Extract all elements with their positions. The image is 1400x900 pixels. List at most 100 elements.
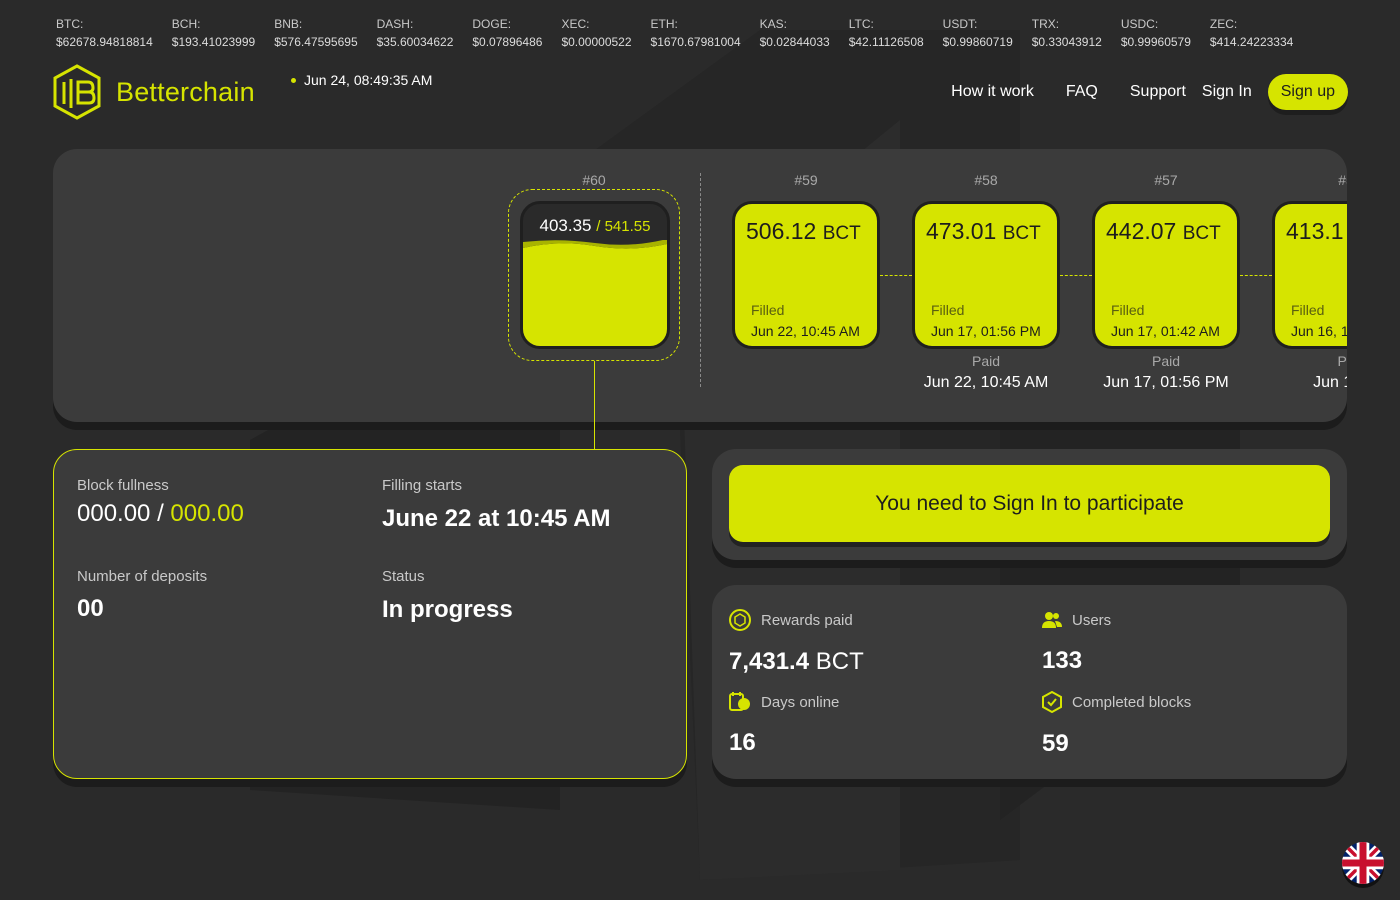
clock-text: Jun 24, 08:49:35 AM: [304, 72, 433, 88]
block-number: #5: [1338, 172, 1347, 188]
block-number: #58: [974, 172, 998, 188]
betterchain-logo-icon: [53, 64, 101, 120]
rewards-paid-label: Rewards paid: [729, 609, 853, 631]
completed-blocks-label-text: Completed blocks: [1072, 693, 1192, 711]
users-label: Users: [1042, 611, 1111, 629]
divider: [700, 173, 701, 387]
block-amount-unit: BCT: [1002, 223, 1041, 244]
ticker-item: DASH: $35.60034622: [376, 17, 454, 49]
block-amount-unit: BCT: [1182, 223, 1221, 244]
block-amount-value: 473.01: [926, 218, 997, 244]
filling-starts-value: June 22 at 10:45 AM: [382, 505, 611, 532]
ticker-item: USDT: $0.99860719: [942, 17, 1013, 49]
current-block-tank: 403.35 / 541.55: [520, 201, 670, 349]
ticker-item: ZEC: $414.24223334: [1209, 17, 1294, 49]
current-block[interactable]: 403.35 / 541.55: [508, 189, 680, 361]
block-connector: [1240, 275, 1272, 276]
cube-check-icon: [1042, 691, 1062, 713]
server-clock: Jun 24, 08:49:35 AM: [291, 72, 432, 88]
block-amount-value: 506.12: [746, 218, 817, 244]
users-icon: [1042, 612, 1062, 628]
block-amount: 442.07 BCT: [1106, 218, 1221, 245]
nav-sign-in[interactable]: Sign In: [1202, 83, 1252, 101]
block-status: Filled: [1291, 302, 1325, 318]
sign-up-button[interactable]: Sign up: [1267, 74, 1348, 110]
ticker-item: KAS: $0.02844033: [759, 17, 830, 49]
stats-panel: Rewards paid 7,431.4 BCT Users 133 Days …: [712, 585, 1347, 779]
current-block-number: #60: [582, 172, 606, 188]
completed-blocks-label: Completed blocks: [1042, 691, 1191, 713]
rewards-paid-value: 7,431.4 BCT: [729, 648, 864, 676]
block-details-panel: Block fullness 000.00 / 000.00 Filling s…: [53, 449, 687, 779]
block-number: #59: [794, 172, 818, 188]
block-paid-label: Paid: [971, 353, 1001, 369]
sign-in-to-participate-button[interactable]: You need to Sign In to participate: [729, 465, 1330, 542]
nav-faq[interactable]: FAQ: [1066, 83, 1098, 101]
block-paid-label: Paid: [1151, 353, 1181, 369]
completed-blocks-value: 59: [1042, 730, 1069, 757]
participate-panel: You need to Sign In to participate: [712, 449, 1347, 560]
ticker-item: BCH: $193.41023999: [171, 17, 256, 49]
rewards-paid-label-text: Rewards paid: [761, 611, 853, 629]
ticker-item: BTC: $62678.94818814: [56, 17, 153, 49]
main-nav: How it work FAQ Support Sign In Sign up: [951, 74, 1348, 110]
block-fullness-value: 000.00 / 000.00: [77, 500, 244, 526]
calendar-coin-icon: [729, 692, 750, 711]
status-value: In progress: [382, 596, 513, 623]
status-label: Status: [382, 568, 425, 585]
block-paid-date: Jun 22, 10:45 AM: [923, 374, 1049, 391]
block-fill-level: [523, 240, 667, 346]
block-date: Jun 17, 01:56 PM: [931, 323, 1041, 339]
block-paid-label: Pa: [1337, 353, 1347, 369]
current-block-connector: [594, 361, 595, 449]
ticker-item: ETH: $1670.67981004: [650, 17, 741, 49]
blocks-carousel: #60 403.35 / 541.55 #59 506.12 BCT Fille…: [53, 149, 1347, 422]
fullness-current: 000.00: [77, 500, 151, 526]
block-status: Filled: [1111, 302, 1145, 318]
fullness-separator: /: [157, 500, 164, 526]
price-ticker: BTC: $62678.94818814 BCH: $193.41023999 BN…: [56, 16, 1312, 52]
filling-starts-label: Filling starts: [382, 477, 463, 494]
users-value: 133: [1042, 647, 1083, 674]
days-online-label-text: Days online: [761, 693, 840, 711]
current-block-amounts: 403.35 / 541.55: [523, 216, 667, 236]
block-card[interactable]: 473.01 BCT Filled Jun 17, 01:56 PM: [912, 201, 1060, 349]
block-date: Jun 16, 1: [1291, 323, 1347, 339]
block-status: Filled: [931, 302, 965, 318]
clock-dot-icon: [291, 77, 296, 83]
rewards-paid-number: 7,431.4: [729, 648, 810, 675]
nav-support[interactable]: Support: [1130, 83, 1186, 101]
language-selector[interactable]: [1342, 842, 1384, 884]
block-connector: [880, 275, 912, 276]
block-amount-value: 442.07: [1106, 218, 1177, 244]
ticker-item: DOGE: $0.07896486: [472, 17, 543, 49]
block-card[interactable]: 506.12 BCT Filled Jun 22, 10:45 AM: [732, 201, 880, 349]
block-amount-unit: BCT: [822, 223, 861, 244]
rewards-paid-unit: BCT: [815, 648, 864, 675]
ticker-item: LTC: $42.11126508: [848, 17, 924, 49]
current-block-filled: 403.35: [539, 216, 592, 235]
brand-name: Betterchain: [116, 76, 255, 107]
nav-how-it-works[interactable]: How it work: [951, 83, 1034, 101]
block-connector: [1060, 275, 1092, 276]
fullness-capacity: 000.00: [170, 500, 244, 526]
block-amount-value: 413.1: [1286, 218, 1344, 244]
deposits-label: Number of deposits: [77, 568, 208, 585]
days-online-label: Days online: [729, 691, 839, 713]
days-online-value: 16: [729, 729, 756, 756]
block-paid-date: Jun 17, 0: [1313, 374, 1347, 391]
block-card[interactable]: 413.1 Filled Jun 16, 1: [1272, 201, 1347, 349]
ticker-item: BNB: $576.47595695: [274, 17, 358, 49]
ticker-item: USDC: $0.99960579: [1120, 17, 1191, 49]
users-label-text: Users: [1072, 611, 1112, 629]
brand-logo[interactable]: Betterchain: [52, 64, 255, 120]
block-date: Jun 22, 10:45 AM: [751, 323, 860, 339]
ticker-item: XEC: $0.00000522: [561, 17, 632, 49]
block-card[interactable]: 442.07 BCT Filled Jun 17, 01:42 AM: [1092, 201, 1240, 349]
block-fullness-label: Block fullness: [77, 477, 169, 494]
block-paid-date: Jun 17, 01:56 PM: [1103, 374, 1229, 391]
coin-icon: [729, 609, 751, 631]
ticker-item: TRX: $0.33043912: [1031, 17, 1102, 49]
deposits-value: 00: [77, 595, 104, 622]
block-number: #57: [1154, 172, 1178, 188]
